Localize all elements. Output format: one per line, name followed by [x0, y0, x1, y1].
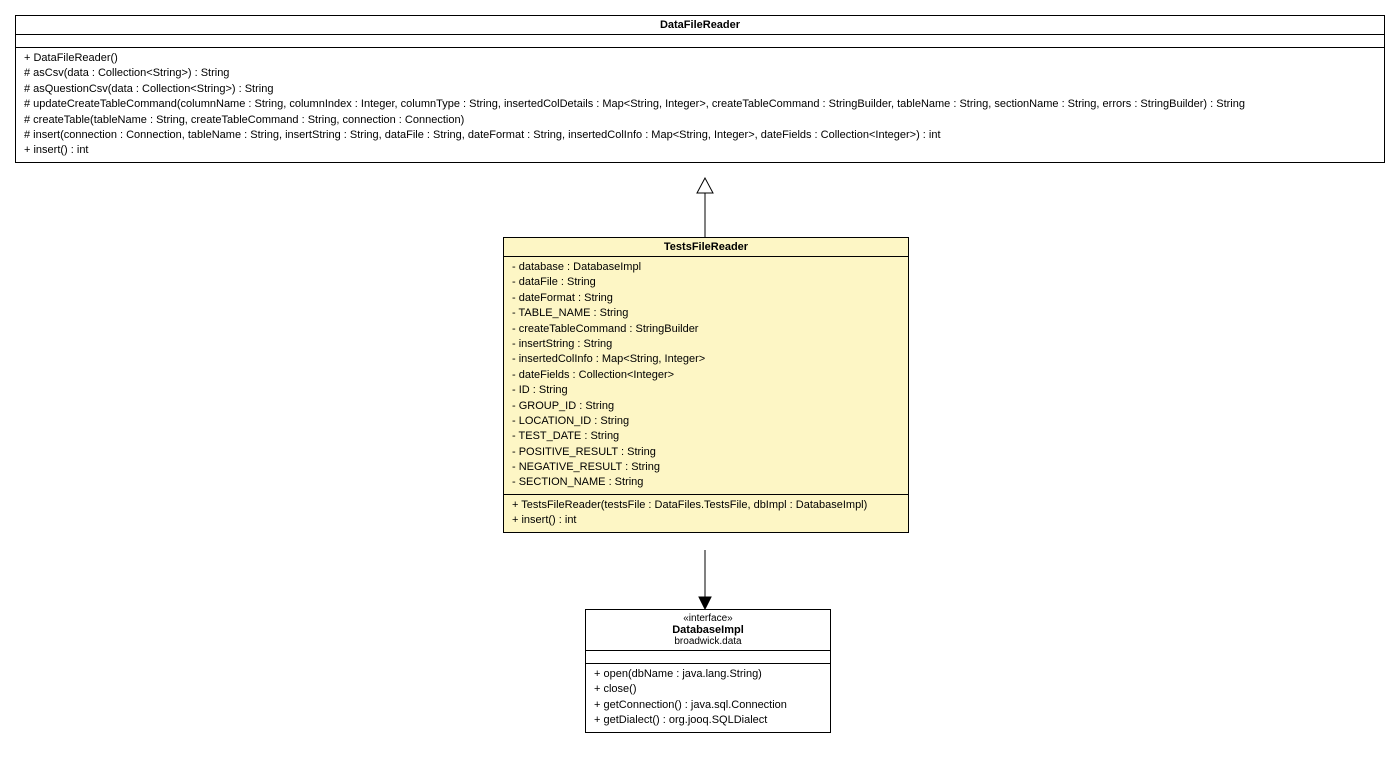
method-row: # insert(connection : Connection, tableN…	[24, 128, 1376, 143]
method-row: # createTable(tableName : String, create…	[24, 113, 1376, 128]
attribute-row: - TABLE_NAME : String	[512, 306, 900, 321]
attribute-row: - ID : String	[512, 383, 900, 398]
method-row: # asQuestionCsv(data : Collection<String…	[24, 82, 1376, 97]
class-title: DataFileReader	[16, 16, 1384, 35]
method-row: + getConnection() : java.sql.Connection	[594, 698, 822, 713]
attribute-row: - SECTION_NAME : String	[512, 475, 900, 490]
methods-section: + DataFileReader() # asCsv(data : Collec…	[16, 48, 1384, 162]
class-datafilereader: DataFileReader + DataFileReader() # asCs…	[15, 15, 1385, 163]
class-title: «interface» DatabaseImpl broadwick.data	[586, 610, 830, 651]
attribute-row: - createTableCommand : StringBuilder	[512, 322, 900, 337]
method-row: + getDialect() : org.jooq.SQLDialect	[594, 713, 822, 728]
attribute-row: - NEGATIVE_RESULT : String	[512, 460, 900, 475]
methods-section: + TestsFileReader(testsFile : DataFiles.…	[504, 495, 908, 532]
uml-class-diagram: DataFileReader + DataFileReader() # asCs…	[15, 15, 1385, 755]
interface-databaseimpl: «interface» DatabaseImpl broadwick.data …	[585, 609, 831, 733]
attributes-section	[586, 651, 830, 664]
attributes-section: - database : DatabaseImpl - dataFile : S…	[504, 257, 908, 495]
attributes-section	[16, 35, 1384, 48]
attribute-row: - insertString : String	[512, 337, 900, 352]
method-row: # asCsv(data : Collection<String>) : Str…	[24, 66, 1376, 81]
stereotype: «interface»	[592, 613, 824, 624]
interface-name: DatabaseImpl	[592, 624, 824, 636]
attribute-row: - LOCATION_ID : String	[512, 414, 900, 429]
package-name: broadwick.data	[592, 636, 824, 647]
attribute-row: - database : DatabaseImpl	[512, 260, 900, 275]
attribute-row: - POSITIVE_RESULT : String	[512, 445, 900, 460]
class-title: TestsFileReader	[504, 238, 908, 257]
generalization-arrowhead-icon	[697, 178, 713, 193]
association-arrowhead-icon	[699, 597, 711, 609]
method-row: + open(dbName : java.lang.String)	[594, 667, 822, 682]
attribute-row: - dataFile : String	[512, 275, 900, 290]
method-row: # updateCreateTableCommand(columnName : …	[24, 97, 1376, 112]
methods-section: + open(dbName : java.lang.String) + clos…	[586, 664, 830, 732]
class-testsfilereader: TestsFileReader - database : DatabaseImp…	[503, 237, 909, 533]
attribute-row: - insertedColInfo : Map<String, Integer>	[512, 352, 900, 367]
method-row: + insert() : int	[512, 513, 900, 528]
attribute-row: - TEST_DATE : String	[512, 429, 900, 444]
attribute-row: - dateFields : Collection<Integer>	[512, 368, 900, 383]
attribute-row: - GROUP_ID : String	[512, 399, 900, 414]
method-row: + insert() : int	[24, 143, 1376, 158]
method-row: + TestsFileReader(testsFile : DataFiles.…	[512, 498, 900, 513]
method-row: + close()	[594, 682, 822, 697]
attribute-row: - dateFormat : String	[512, 291, 900, 306]
method-row: + DataFileReader()	[24, 51, 1376, 66]
